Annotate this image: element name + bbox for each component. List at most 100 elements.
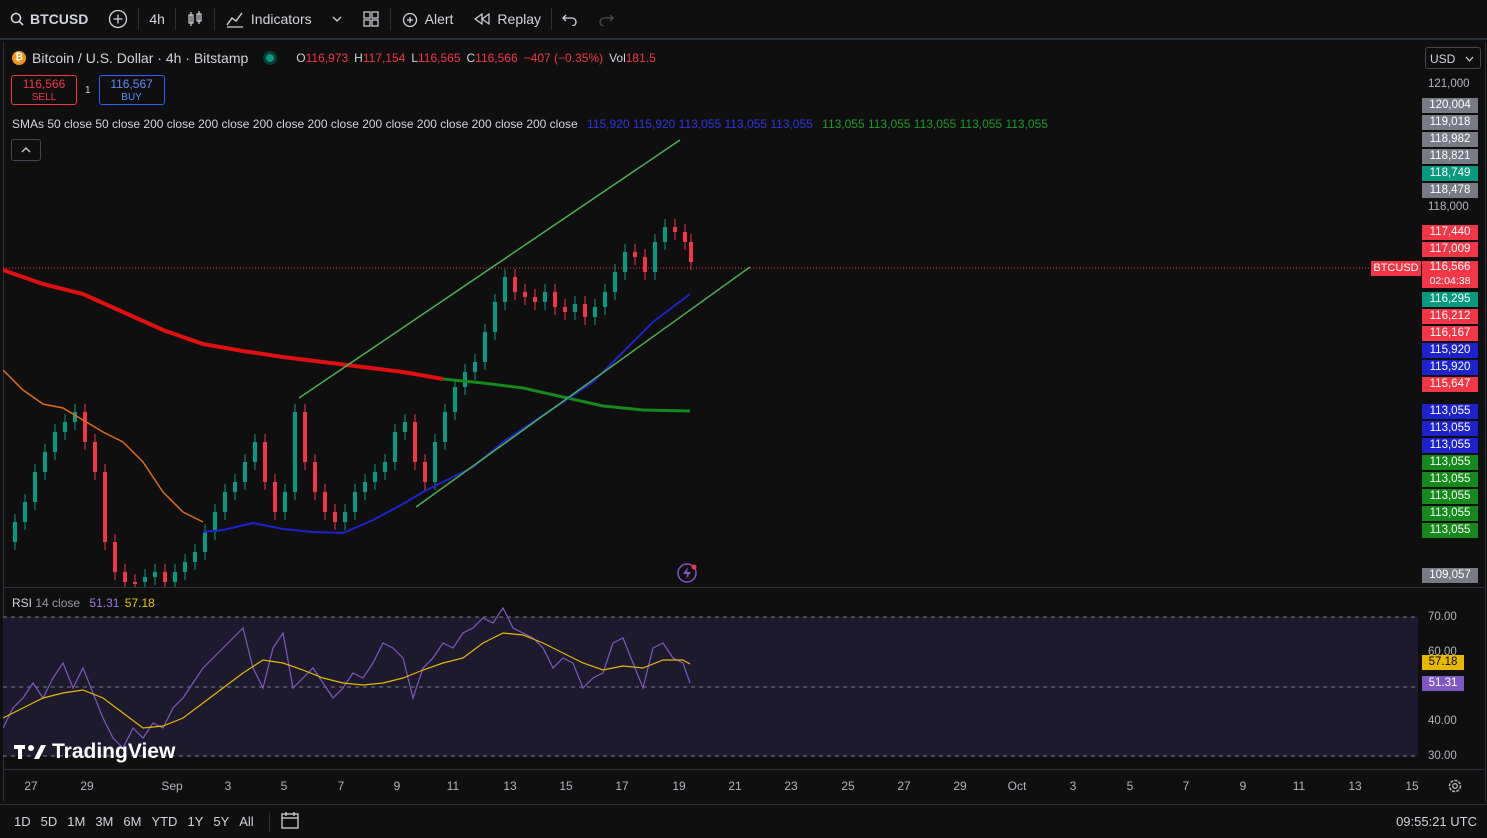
alert-button[interactable]: Alert [391, 0, 464, 38]
trade-panel: 116,566 SELL 1 116,567 BUY [11, 75, 165, 105]
chevron-down-icon [1465, 56, 1474, 62]
sma-legend[interactable]: SMAs 50 close 50 close 200 close 200 clo… [12, 117, 1048, 131]
buy-label: BUY [121, 92, 142, 103]
rsi-params: 14 close [35, 596, 81, 610]
time-axis-label: 5 [280, 779, 288, 793]
time-axis-label: 23 [784, 779, 798, 793]
chevron-down-icon [332, 16, 342, 22]
redo-button[interactable] [588, 0, 624, 38]
axis-settings-button[interactable] [1447, 778, 1463, 797]
range-ytd[interactable]: YTD [146, 814, 182, 829]
time-axis-label: 5 [1126, 779, 1134, 793]
range-3m[interactable]: 3M [90, 814, 118, 829]
buy-price: 116,567 [110, 77, 153, 91]
candle-body [313, 462, 317, 492]
interval-button[interactable]: 4h [139, 0, 175, 38]
price-box: 113,055 [1422, 523, 1478, 538]
candle-body [353, 492, 357, 512]
indicators-button[interactable]: Indicators [215, 0, 322, 38]
range-5d[interactable]: 5D [36, 814, 63, 829]
price-box: 118,478 [1422, 183, 1478, 198]
rsi-level-label: 40.00 [1428, 715, 1457, 727]
interval-label: 4h [149, 11, 165, 27]
candle-body [643, 257, 647, 272]
sma200-red-line [3, 268, 444, 381]
collapse-legend-button[interactable] [11, 139, 41, 161]
bolt-icon[interactable] [677, 563, 697, 583]
candle-body [663, 227, 667, 242]
legend-title: Bitcoin / U.S. Dollar · 4h · Bitstamp [32, 50, 249, 66]
candle-body [423, 462, 427, 482]
time-axis-label: 15 [1405, 779, 1419, 793]
bottom-toolbar: 1D 5D 1M 3M 6M YTD 1Y 5Y All 09:55:21 UTC [0, 804, 1487, 838]
time-axis-label: 27 [24, 779, 38, 793]
compare-button[interactable] [98, 0, 138, 38]
open-value: 116,973 [305, 51, 349, 65]
candle-body [623, 252, 627, 272]
rsi-label: RSI [12, 596, 33, 610]
currency-select[interactable]: USD [1425, 47, 1481, 69]
alarm-clock-icon [402, 12, 417, 28]
indicators-label: Indicators [250, 11, 312, 27]
price-box: 120,004 [1422, 98, 1478, 113]
rsi-ma-tag: 57.18 [1422, 655, 1464, 670]
price-box: 118,821 [1422, 149, 1478, 164]
price-box: 115,920 [1422, 360, 1478, 375]
candle-body [673, 227, 677, 232]
grid-icon [363, 11, 379, 27]
candle-body [333, 512, 337, 522]
channel-upper-line [298, 139, 681, 399]
price-box: 113,055 [1422, 438, 1478, 453]
indicators-dropdown[interactable] [322, 0, 352, 38]
time-axis-label: 3 [224, 779, 232, 793]
ohlc-values: O116,973 H117,154 L116,565 C116,566 −407… [296, 51, 655, 65]
buy-button[interactable]: 116,567 BUY [98, 75, 165, 105]
candle-body [33, 472, 37, 502]
goto-date-button[interactable] [280, 810, 300, 833]
rsi-level-label: 30.00 [1428, 750, 1457, 762]
replay-button[interactable]: Replay [463, 0, 551, 38]
candle-body [343, 512, 347, 522]
range-5y[interactable]: 5Y [208, 814, 234, 829]
range-1d[interactable]: 1D [9, 814, 36, 829]
logo-text: TradingView [52, 740, 176, 763]
candle-body [433, 442, 437, 482]
range-1y[interactable]: 1Y [182, 814, 208, 829]
candle-body [563, 307, 567, 312]
candle-body [393, 432, 397, 462]
rsi-chart[interactable] [3, 588, 1423, 768]
candle-body [463, 372, 467, 387]
time-axis-label: 27 [897, 779, 911, 793]
sell-label: SELL [31, 92, 57, 103]
symbol-legend: ₿ Bitcoin / U.S. Dollar · 4h · Bitstamp … [12, 50, 656, 66]
price-box: 119,018 [1422, 115, 1478, 130]
alert-label: Alert [424, 11, 454, 27]
time-axis-label: 9 [393, 779, 401, 793]
rsi-level-label: 70.00 [1428, 611, 1457, 623]
candle-body [143, 577, 147, 582]
market-status-icon [266, 54, 275, 62]
chart-type-button[interactable] [176, 0, 214, 38]
sell-button[interactable]: 116,566 SELL [11, 75, 77, 105]
candle-body [193, 552, 197, 562]
undo-button[interactable] [552, 0, 588, 38]
time-axis-label: Sep [161, 779, 183, 793]
rsi-ma-value: 57.18 [124, 596, 155, 610]
candle-body [283, 492, 287, 512]
rsi-legend[interactable]: RSI 14 close 51.31 57.18 [12, 596, 155, 610]
time-axis-label: 11 [1292, 779, 1306, 793]
redo-icon [599, 14, 614, 26]
range-all[interactable]: All [234, 814, 258, 829]
layouts-button[interactable] [352, 0, 390, 38]
gear-icon [1448, 779, 1462, 793]
range-6m[interactable]: 6M [118, 814, 146, 829]
candle-body [43, 452, 47, 472]
candle-body [273, 482, 277, 512]
symbol-search[interactable]: BTCUSD [0, 0, 98, 38]
range-1m[interactable]: 1M [62, 814, 90, 829]
clock[interactable]: 09:55:21 UTC [1396, 814, 1477, 829]
sma-legend-text: SMAs 50 close 50 close 200 close 200 clo… [12, 117, 578, 131]
divider [268, 811, 270, 832]
price-box: 113,055 [1422, 506, 1478, 521]
candle-body [683, 232, 687, 242]
